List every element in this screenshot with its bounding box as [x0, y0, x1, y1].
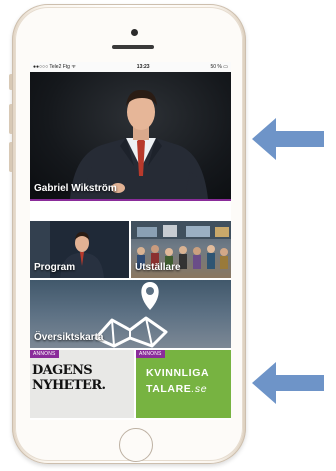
hero-speaker-tile[interactable]: Gabriel Wikström [30, 72, 231, 199]
accent-divider [30, 199, 231, 201]
ad-tag: ANNONS [30, 350, 59, 358]
dagens-nyheter-logo: DAGENS NYHETER. [32, 363, 133, 393]
app-screen: ●●○○○ Tele2 Ftg ᯤ 13:23 50 % ▭ Gabriel W… [30, 62, 231, 420]
mute-switch [9, 74, 12, 90]
volume-up-button [9, 104, 12, 134]
utstallare-tile[interactable]: Utställare [131, 221, 231, 278]
program-tile[interactable]: Program [30, 221, 129, 278]
kvinnliga-talare-logo: KVINNLIGA TALARE.se [146, 365, 209, 397]
battery-indicator: 50 % ▭ [210, 64, 228, 70]
ad-tag: ANNONS [136, 350, 165, 358]
oversiktskarta-label: Översiktskarta [34, 332, 104, 343]
left-arrow-icon [252, 118, 324, 160]
kvinnliga-talare-ad[interactable]: ANNONS KVINNLIGA TALARE.se [136, 350, 231, 418]
dagens-nyheter-ad[interactable]: ANNONS DAGENS NYHETER. [30, 350, 134, 418]
front-camera [131, 29, 138, 36]
speaker-photo [70, 89, 208, 199]
dn-logo-line-2: NYHETER. [32, 378, 106, 393]
left-arrow-icon [252, 362, 324, 404]
carrier-signal: ●●○○○ Tele2 Ftg ᯤ [33, 64, 76, 70]
status-time: 13:23 [136, 64, 150, 70]
kt-logo-suffix: .se [191, 383, 208, 395]
kt-logo-line-2: TALARE.se [146, 381, 209, 397]
kt-logo-main: TALARE [146, 383, 192, 395]
program-label: Program [34, 262, 76, 273]
hero-label: Gabriel Wikström [34, 183, 117, 194]
kt-logo-line-1: KVINNLIGA [146, 367, 210, 379]
earpiece-speaker [112, 45, 154, 49]
oversiktskarta-tile[interactable]: Översiktskarta [30, 280, 231, 348]
utstallare-label: Utställare [135, 262, 181, 273]
dn-logo-line-1: DAGENS [32, 363, 93, 378]
home-button[interactable] [119, 428, 153, 462]
status-bar: ●●○○○ Tele2 Ftg ᯤ 13:23 50 % ▭ [30, 62, 231, 72]
volume-down-button [9, 142, 12, 172]
